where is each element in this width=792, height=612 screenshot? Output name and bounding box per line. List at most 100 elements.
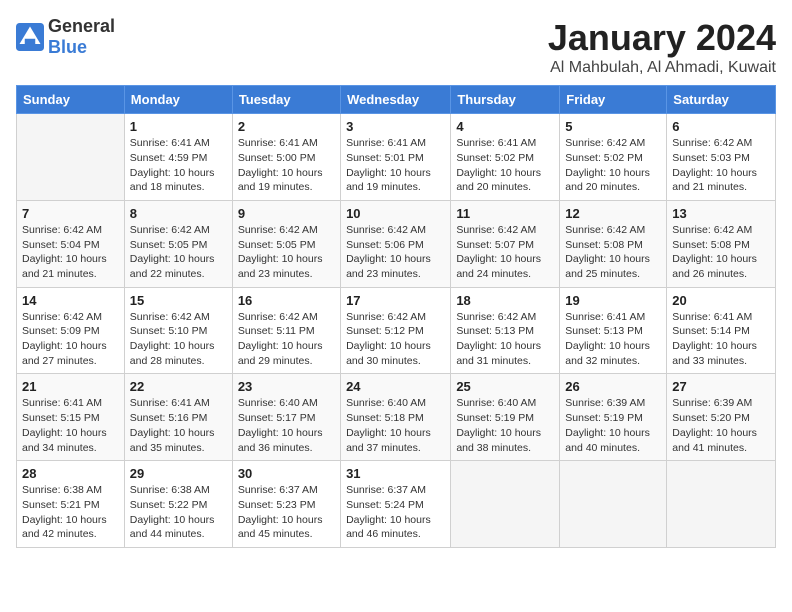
calendar-cell: 23 Sunrise: 6:40 AMSunset: 5:17 PMDayligh… (232, 374, 340, 461)
day-info: Sunrise: 6:37 AMSunset: 5:24 PMDaylight:… (346, 483, 445, 542)
day-number: 20 (672, 293, 770, 308)
day-info: Sunrise: 6:39 AMSunset: 5:19 PMDaylight:… (565, 396, 661, 455)
day-number: 29 (130, 466, 227, 481)
calendar-cell: 13Sunrise: 6:42 AMSunset: 5:08 PMDayligh… (667, 200, 776, 287)
calendar-cell (560, 461, 667, 548)
day-info: Sunrise: 6:42 AMSunset: 5:10 PMDaylight:… (130, 310, 227, 369)
day-number: 22 (130, 379, 227, 394)
day-number: 30 (238, 466, 335, 481)
calendar-cell (667, 461, 776, 548)
calendar-cell: 1Sunrise: 6:41 AMSunset: 4:59 PMDaylight… (124, 114, 232, 201)
header-day-sunday: Sunday (17, 86, 125, 114)
day-info: Sunrise: 6:38 AMSunset: 5:21 PMDaylight:… (22, 483, 119, 542)
calendar-cell: 6 Sunrise: 6:42 AMSunset: 5:03 PMDaylight… (667, 114, 776, 201)
day-info: Sunrise: 6:42 AMSunset: 5:07 PMDaylight:… (456, 223, 554, 282)
day-info: Sunrise: 6:42 AMSunset: 5:05 PMDaylight:… (130, 223, 227, 282)
day-number: 2 (238, 119, 335, 134)
calendar-cell: 31 Sunrise: 6:37 AMSunset: 5:24 PMDayligh… (341, 461, 451, 548)
calendar-cell: 29 Sunrise: 6:38 AMSunset: 5:22 PMDayligh… (124, 461, 232, 548)
day-info: Sunrise: 6:40 AMSunset: 5:19 PMDaylight:… (456, 396, 554, 455)
day-info: Sunrise: 6:42 AMSunset: 5:05 PMDaylight:… (238, 223, 335, 282)
logo-text: General Blue (48, 16, 115, 58)
day-info: Sunrise: 6:42 AMSunset: 5:03 PMDaylight:… (672, 136, 770, 195)
day-number: 23 (238, 379, 335, 394)
calendar-week-5: 28 Sunrise: 6:38 AMSunset: 5:21 PMDayligh… (17, 461, 776, 548)
day-number: 18 (456, 293, 554, 308)
day-number: 14 (22, 293, 119, 308)
calendar-cell: 8 Sunrise: 6:42 AMSunset: 5:05 PMDaylight… (124, 200, 232, 287)
page-container: General Blue January 2024 Al Mahbulah, A… (16, 16, 776, 548)
logo-blue: Blue (48, 37, 87, 57)
logo-general: General (48, 16, 115, 36)
day-number: 25 (456, 379, 554, 394)
day-number: 31 (346, 466, 445, 481)
day-info: Sunrise: 6:40 AMSunset: 5:18 PMDaylight:… (346, 396, 445, 455)
calendar-cell: 16 Sunrise: 6:42 AMSunset: 5:11 PMDayligh… (232, 287, 340, 374)
header-day-thursday: Thursday (451, 86, 560, 114)
calendar-cell: 14 Sunrise: 6:42 AMSunset: 5:09 PMDayligh… (17, 287, 125, 374)
day-number: 8 (130, 206, 227, 221)
day-info: Sunrise: 6:39 AMSunset: 5:20 PMDaylight:… (672, 396, 770, 455)
day-info: Sunrise: 6:40 AMSunset: 5:17 PMDaylight:… (238, 396, 335, 455)
calendar-cell: 18 Sunrise: 6:42 AMSunset: 5:13 PMDayligh… (451, 287, 560, 374)
calendar-week-2: 7 Sunrise: 6:42 AMSunset: 5:04 PMDaylight… (17, 200, 776, 287)
day-info: Sunrise: 6:42 AMSunset: 5:11 PMDaylight:… (238, 310, 335, 369)
calendar-cell: 17 Sunrise: 6:42 AMSunset: 5:12 PMDayligh… (341, 287, 451, 374)
day-info: Sunrise: 6:42 AMSunset: 5:13 PMDaylight:… (456, 310, 554, 369)
day-number: 19 (565, 293, 661, 308)
day-number: 3 (346, 119, 445, 134)
day-info: Sunrise: 6:41 AMSunset: 5:02 PMDaylight:… (456, 136, 554, 195)
day-number: 27 (672, 379, 770, 394)
day-info: Sunrise: 6:41 AMSunset: 5:14 PMDaylight:… (672, 310, 770, 369)
day-info: Sunrise: 6:38 AMSunset: 5:22 PMDaylight:… (130, 483, 227, 542)
header-day-friday: Friday (560, 86, 667, 114)
day-number: 4 (456, 119, 554, 134)
calendar-cell: 11 Sunrise: 6:42 AMSunset: 5:07 PMDayligh… (451, 200, 560, 287)
calendar-cell: 4 Sunrise: 6:41 AMSunset: 5:02 PMDaylight… (451, 114, 560, 201)
calendar-cell: 7 Sunrise: 6:42 AMSunset: 5:04 PMDaylight… (17, 200, 125, 287)
day-number: 17 (346, 293, 445, 308)
page-subtitle: Al Mahbulah, Al Ahmadi, Kuwait (548, 59, 776, 77)
calendar-cell: 21Sunrise: 6:41 AMSunset: 5:15 PMDayligh… (17, 374, 125, 461)
day-info: Sunrise: 6:42 AMSunset: 5:06 PMDaylight:… (346, 223, 445, 282)
day-info: Sunrise: 6:42 AMSunset: 5:04 PMDaylight:… (22, 223, 119, 282)
calendar-week-1: 1Sunrise: 6:41 AMSunset: 4:59 PMDaylight… (17, 114, 776, 201)
day-info: Sunrise: 6:42 AMSunset: 5:09 PMDaylight:… (22, 310, 119, 369)
day-number: 6 (672, 119, 770, 134)
day-info: Sunrise: 6:42 AMSunset: 5:12 PMDaylight:… (346, 310, 445, 369)
calendar-cell: 25 Sunrise: 6:40 AMSunset: 5:19 PMDayligh… (451, 374, 560, 461)
day-info: Sunrise: 6:41 AMSunset: 5:16 PMDaylight:… (130, 396, 227, 455)
day-info: Sunrise: 6:41 AMSunset: 5:01 PMDaylight:… (346, 136, 445, 195)
day-info: Sunrise: 6:41 AMSunset: 5:13 PMDaylight:… (565, 310, 661, 369)
calendar-cell: 19 Sunrise: 6:41 AMSunset: 5:13 PMDayligh… (560, 287, 667, 374)
calendar-cell: 2 Sunrise: 6:41 AMSunset: 5:00 PMDaylight… (232, 114, 340, 201)
day-number: 5 (565, 119, 661, 134)
calendar-cell (17, 114, 125, 201)
calendar-cell: 27 Sunrise: 6:39 AMSunset: 5:20 PMDayligh… (667, 374, 776, 461)
day-number: 7 (22, 206, 119, 221)
calendar-cell: 15Sunrise: 6:42 AMSunset: 5:10 PMDayligh… (124, 287, 232, 374)
calendar-cell: 10Sunrise: 6:42 AMSunset: 5:06 PMDayligh… (341, 200, 451, 287)
page-title: January 2024 (548, 16, 776, 59)
calendar-cell: 20 Sunrise: 6:41 AMSunset: 5:14 PMDayligh… (667, 287, 776, 374)
header: General Blue January 2024 Al Mahbulah, A… (16, 16, 776, 77)
day-info: Sunrise: 6:42 AMSunset: 5:02 PMDaylight:… (565, 136, 661, 195)
header-day-tuesday: Tuesday (232, 86, 340, 114)
calendar-cell: 28 Sunrise: 6:38 AMSunset: 5:21 PMDayligh… (17, 461, 125, 548)
logo-icon (16, 23, 44, 51)
calendar-cell: 26Sunrise: 6:39 AMSunset: 5:19 PMDayligh… (560, 374, 667, 461)
calendar-cell: 9Sunrise: 6:42 AMSunset: 5:05 PMDaylight… (232, 200, 340, 287)
day-number: 16 (238, 293, 335, 308)
calendar-cell: 22 Sunrise: 6:41 AMSunset: 5:16 PMDayligh… (124, 374, 232, 461)
day-number: 11 (456, 206, 554, 221)
day-number: 12 (565, 206, 661, 221)
day-number: 28 (22, 466, 119, 481)
calendar-cell: 12 Sunrise: 6:42 AMSunset: 5:08 PMDayligh… (560, 200, 667, 287)
day-info: Sunrise: 6:41 AMSunset: 4:59 PMDaylight:… (130, 136, 227, 195)
calendar-cell: 3 Sunrise: 6:41 AMSunset: 5:01 PMDaylight… (341, 114, 451, 201)
logo: General Blue (16, 16, 115, 58)
header-day-wednesday: Wednesday (341, 86, 451, 114)
calendar-header-row: SundayMondayTuesdayWednesdayThursdayFrid… (17, 86, 776, 114)
day-info: Sunrise: 6:41 AMSunset: 5:00 PMDaylight:… (238, 136, 335, 195)
day-info: Sunrise: 6:42 AMSunset: 5:08 PMDaylight:… (565, 223, 661, 282)
